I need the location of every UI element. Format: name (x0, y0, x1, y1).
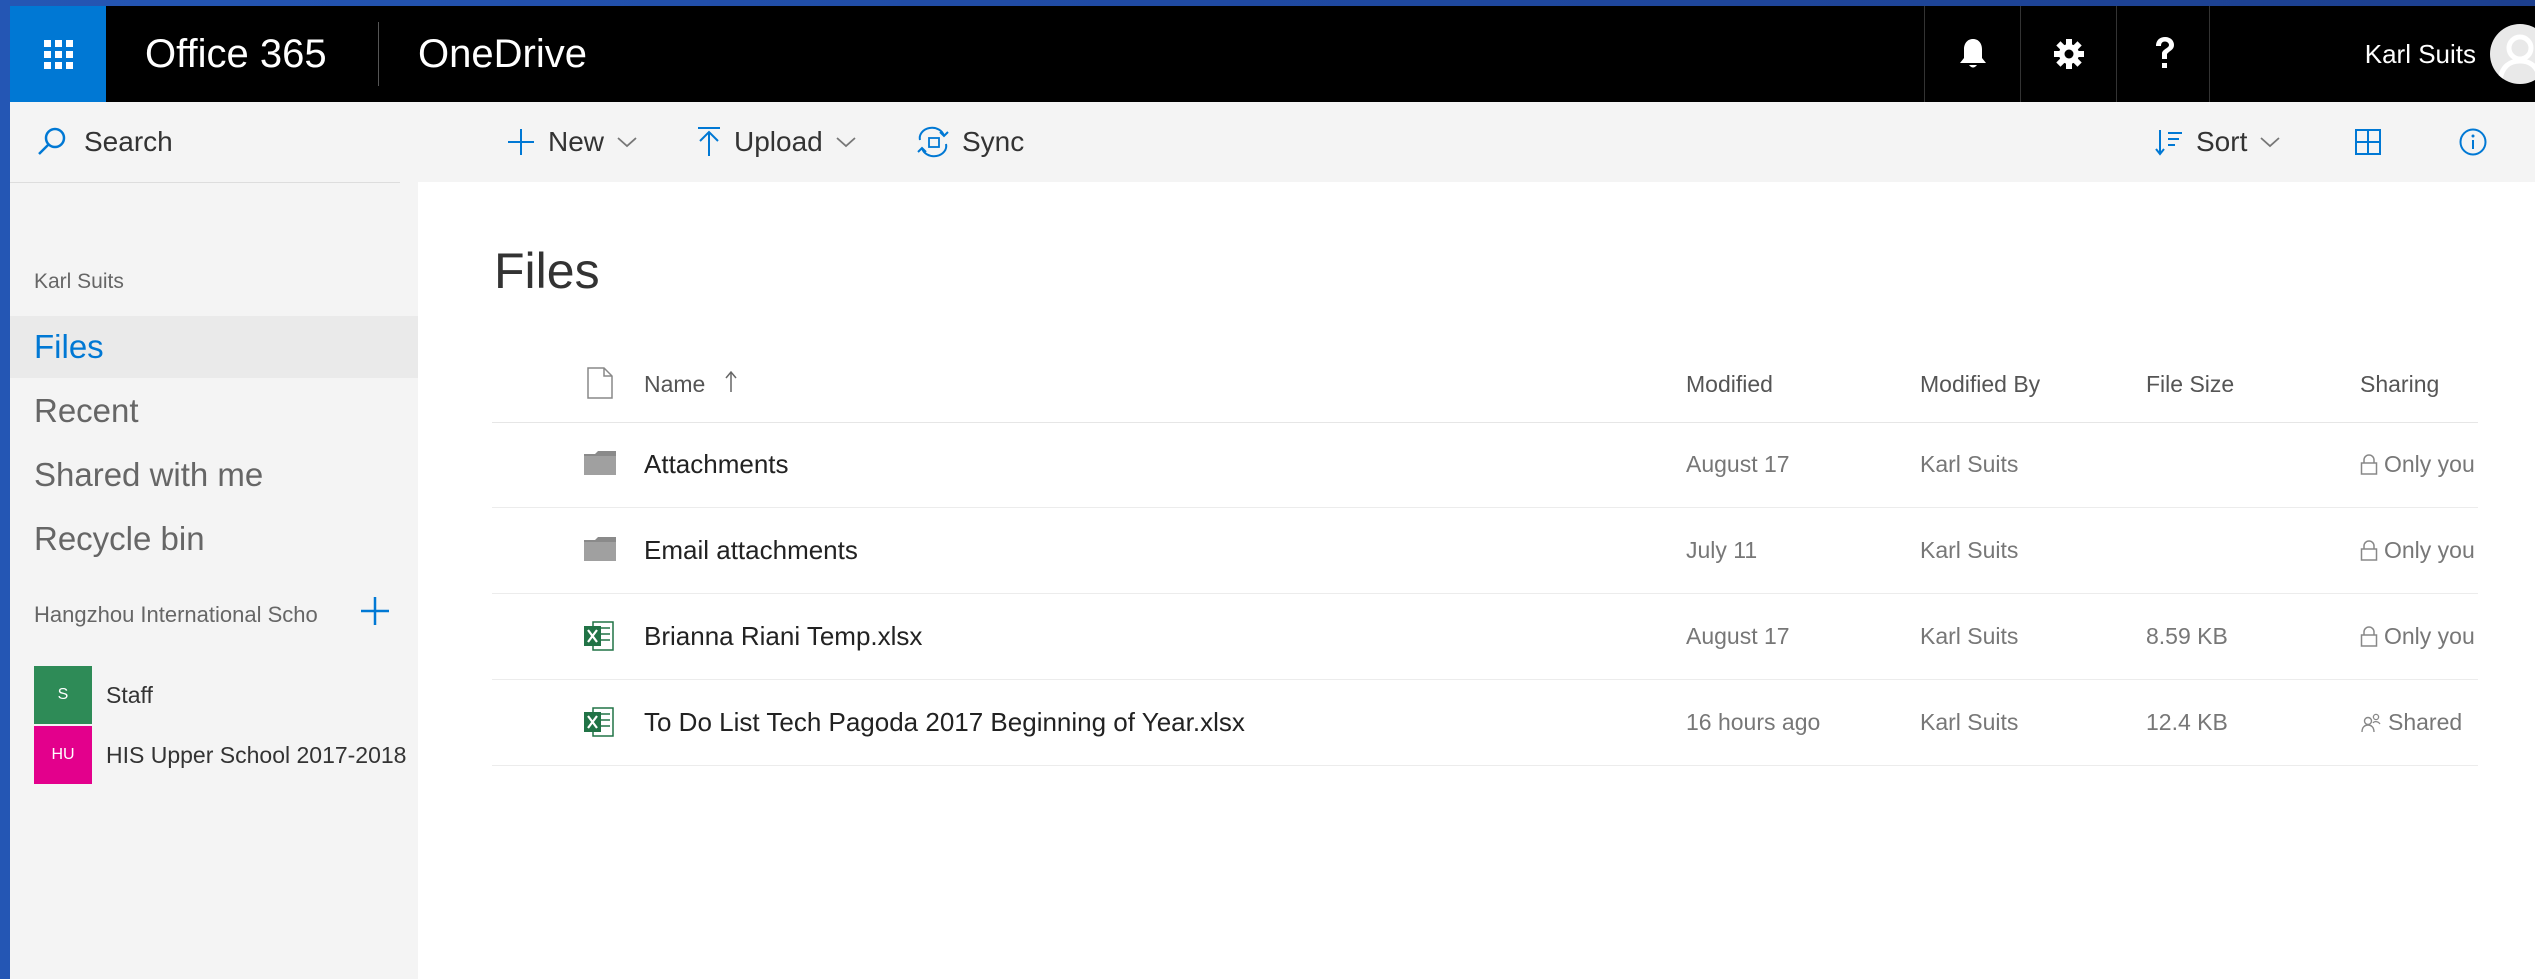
file-name[interactable]: Attachments (644, 422, 789, 507)
chevron-down-icon (2260, 137, 2280, 148)
view-options-button[interactable] (2354, 102, 2382, 182)
sharing-label: Shared (2388, 709, 2463, 735)
list-item[interactable]: Attachments August 17 Karl Suits Only yo… (492, 422, 2478, 508)
bell-icon (1960, 39, 1986, 68)
sharing-label: Only you (2384, 623, 2475, 649)
app-name-link[interactable]: OneDrive (418, 6, 587, 102)
file-size: 12.4 KB (2146, 709, 2228, 735)
column-name-label: Name (644, 371, 706, 397)
excel-file-icon (584, 707, 614, 737)
onedrive-window: Office 365 OneDrive Karl Suits Search Ka… (10, 6, 2535, 979)
sort-label: Sort (2196, 126, 2248, 157)
sync-button[interactable]: Sync (916, 102, 1024, 182)
suite-header: Office 365 OneDrive Karl Suits (10, 6, 2535, 102)
info-icon (2459, 128, 2487, 156)
settings-button[interactable] (2020, 6, 2117, 102)
sharing-label: Only you (2384, 537, 2475, 563)
search-label: Search (84, 126, 173, 157)
modified-by: Karl Suits (1920, 623, 2019, 649)
groups-section-label: Hangzhou International Scho (34, 602, 318, 627)
column-header-sharing[interactable]: Sharing (2360, 346, 2439, 422)
help-icon (2156, 37, 2174, 68)
sharing-label: Only you (2384, 451, 2475, 477)
file-size: 8.59 KB (2146, 623, 2228, 649)
left-navigation: Search Karl Suits Files Recent Shared wi… (10, 102, 418, 979)
modified-date: August 17 (1686, 623, 1790, 649)
nav-item-recent[interactable]: Recent (10, 380, 418, 442)
list-item[interactable]: To Do List Tech Pagoda 2017 Beginning of… (492, 680, 2478, 766)
sort-icon (2155, 130, 2182, 156)
nav-item-files[interactable]: Files (10, 316, 418, 378)
sharing-status[interactable]: Only you (2360, 508, 2475, 593)
site-tile: S (34, 666, 92, 724)
modified-by: Karl Suits (1920, 451, 2019, 477)
modified-date: July 11 (1686, 537, 1758, 563)
excel-file-icon (584, 621, 614, 651)
list-item[interactable]: Brianna Riani Temp.xlsx August 17 Karl S… (492, 594, 2478, 680)
file-name[interactable]: To Do List Tech Pagoda 2017 Beginning of… (644, 680, 1245, 765)
list-header: Name Modified Modified By File Size Shar… (492, 346, 2478, 423)
column-header-file-size[interactable]: File Size (2146, 346, 2234, 422)
sort-ascending-icon (725, 370, 737, 392)
folder-icon (584, 451, 616, 475)
lock-icon (2360, 625, 2378, 647)
search-icon (38, 127, 66, 155)
file-name[interactable]: Email attachments (644, 508, 858, 593)
site-item-his-upper-school[interactable]: HU HIS Upper School 2017-2018 (34, 726, 418, 784)
user-name: Karl Suits (2364, 39, 2476, 69)
site-tile: HU (34, 726, 92, 784)
header-divider (378, 22, 379, 86)
sync-icon (917, 126, 949, 158)
site-name: Staff (106, 681, 153, 708)
people-icon (2361, 713, 2381, 732)
modified-date: August 17 (1686, 451, 1790, 477)
column-header-modified[interactable]: Modified (1686, 346, 1773, 422)
column-header-modified-by[interactable]: Modified By (1920, 346, 2040, 422)
grid-view-icon (2355, 129, 2381, 155)
suite-name-link[interactable]: Office 365 (145, 6, 327, 102)
nav-item-shared-with-me[interactable]: Shared with me (10, 444, 418, 506)
plus-icon (508, 129, 534, 155)
app-launcher-button[interactable] (10, 6, 106, 102)
gear-icon (2054, 39, 2084, 69)
search-box[interactable]: Search (10, 102, 400, 183)
file-name[interactable]: Brianna Riani Temp.xlsx (644, 594, 922, 679)
app-launcher-icon (43, 39, 73, 69)
column-header-name[interactable]: Name (644, 346, 738, 422)
sharing-status[interactable]: Only you (2360, 422, 2475, 507)
file-type-icon (587, 367, 613, 399)
sharing-status[interactable]: Shared (2360, 680, 2462, 765)
notifications-button[interactable] (1924, 6, 2021, 102)
modified-by: Karl Suits (1920, 537, 2019, 563)
sync-label: Sync (962, 126, 1025, 157)
folder-icon (584, 537, 616, 561)
modified-date: 16 hours ago (1686, 709, 1821, 735)
new-button[interactable]: New (506, 102, 638, 182)
chevron-down-icon (836, 137, 856, 148)
site-name: HIS Upper School 2017-2018 (106, 741, 407, 768)
sharing-status[interactable]: Only you (2360, 594, 2475, 679)
help-button[interactable] (2116, 6, 2213, 102)
nav-item-recycle-bin[interactable]: Recycle bin (10, 508, 418, 570)
upload-button[interactable]: Upload (696, 102, 857, 182)
page-title: Files (494, 243, 600, 299)
add-group-icon[interactable] (358, 594, 392, 628)
chevron-down-icon (617, 137, 637, 148)
account-manager[interactable]: Karl Suits (2209, 6, 2535, 102)
upload-label: Upload (734, 126, 823, 157)
main-content: Files Name Modified Modified By File Siz… (418, 182, 2535, 979)
new-label: New (548, 126, 605, 157)
list-item[interactable]: Email attachments July 11 Karl Suits Onl… (492, 508, 2478, 594)
upload-icon (698, 127, 720, 156)
site-item-staff[interactable]: S Staff (34, 666, 418, 724)
lock-icon (2360, 453, 2378, 475)
sort-button[interactable]: Sort (2154, 102, 2281, 182)
owner-label: Karl Suits (34, 270, 124, 293)
lock-icon (2360, 539, 2378, 561)
user-avatar-icon[interactable] (2490, 24, 2535, 84)
modified-by: Karl Suits (1920, 709, 2019, 735)
details-pane-button[interactable] (2458, 102, 2488, 182)
command-bar: New Upload Sync Sort (418, 102, 2535, 182)
